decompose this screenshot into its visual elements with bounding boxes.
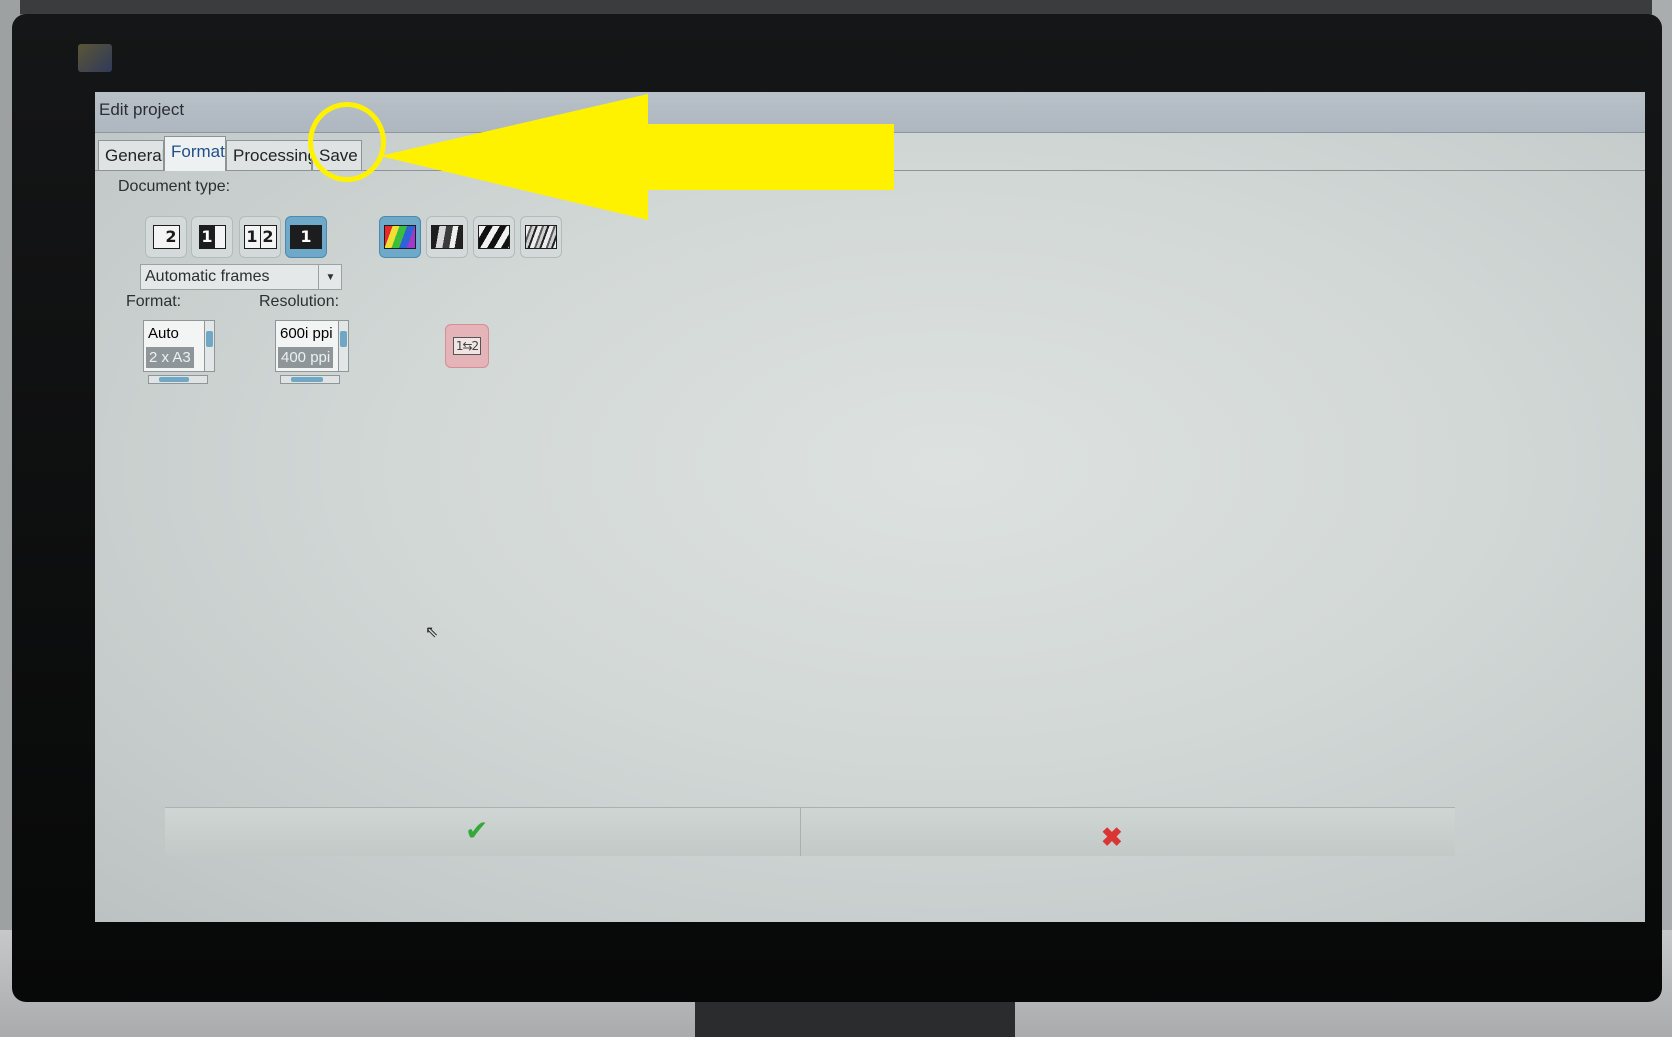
format-listbox[interactable]: Auto 2 x A3 [143,320,215,372]
cross-icon: ✖ [1101,822,1123,852]
logo-icon [78,44,112,72]
resolution-scroll-thumb[interactable] [340,331,347,347]
one-page-dark-icon: 1 [290,225,322,249]
tab-processing[interactable]: Processing [226,140,312,170]
mouse-cursor-icon: ⇖ [425,624,439,641]
single-page-1-icon: 1 [198,225,226,249]
resolution-listbox[interactable]: 600i ppi 400 ppi [275,320,349,372]
resolution-label: Resolution: [259,293,340,310]
arrow-shape [380,94,894,220]
chevron-down-icon[interactable]: ▼ [318,264,342,290]
document-type-label: Document type: [118,178,231,195]
format-scrollbar[interactable] [204,321,214,371]
background-room [0,0,1672,14]
dialog-footer: ✔ ✖ [165,807,1455,856]
monitor-stand [695,1000,1015,1037]
resolution-item-600[interactable]: 600i ppi [280,325,333,342]
checkmark-icon: ✔ [465,815,489,846]
page-order-button[interactable]: 1⇆2 [445,324,489,368]
mixed-mode-icon [525,225,557,249]
tab-format[interactable]: Format [164,136,226,171]
confirm-button[interactable]: ✔ [165,808,800,856]
color-mode-icon [384,225,416,249]
window-title: Edit project [99,100,185,119]
resolution-scrollbar[interactable] [338,321,348,371]
single-page-2-button[interactable]: 2 [145,216,187,258]
format-hscroll-thumb[interactable] [159,377,189,382]
two-pages-button[interactable]: 12 [239,216,281,258]
single-page-2-icon: 2 [152,225,180,249]
frames-dropdown-value: Automatic frames [145,268,270,285]
resolution-hscroll-thumb[interactable] [291,377,323,382]
grayscale-mode-icon [431,225,463,249]
format-scroll-thumb[interactable] [206,331,213,347]
frames-dropdown[interactable]: Automatic frames [140,264,342,290]
resolution-hscrollbar[interactable] [280,375,340,384]
page-order-1-2-icon: 1⇆2 [452,337,482,355]
two-pages-1-2-icon: 12 [243,225,277,249]
one-page-dark-button[interactable]: 1 [285,216,327,258]
format-hscrollbar[interactable] [148,375,208,384]
format-item-2xa3[interactable]: 2 x A3 [146,347,194,368]
format-item-auto[interactable]: Auto [148,325,179,342]
cancel-button[interactable]: ✖ [801,808,1455,856]
black-white-mode-icon [478,225,510,249]
resolution-item-400[interactable]: 400 ppi [278,347,334,368]
highlight-circle [308,102,386,182]
format-label: Format: [126,293,182,310]
tab-general[interactable]: General [98,140,164,170]
annotation-arrow [380,94,894,220]
single-page-1-button[interactable]: 1 [191,216,233,258]
